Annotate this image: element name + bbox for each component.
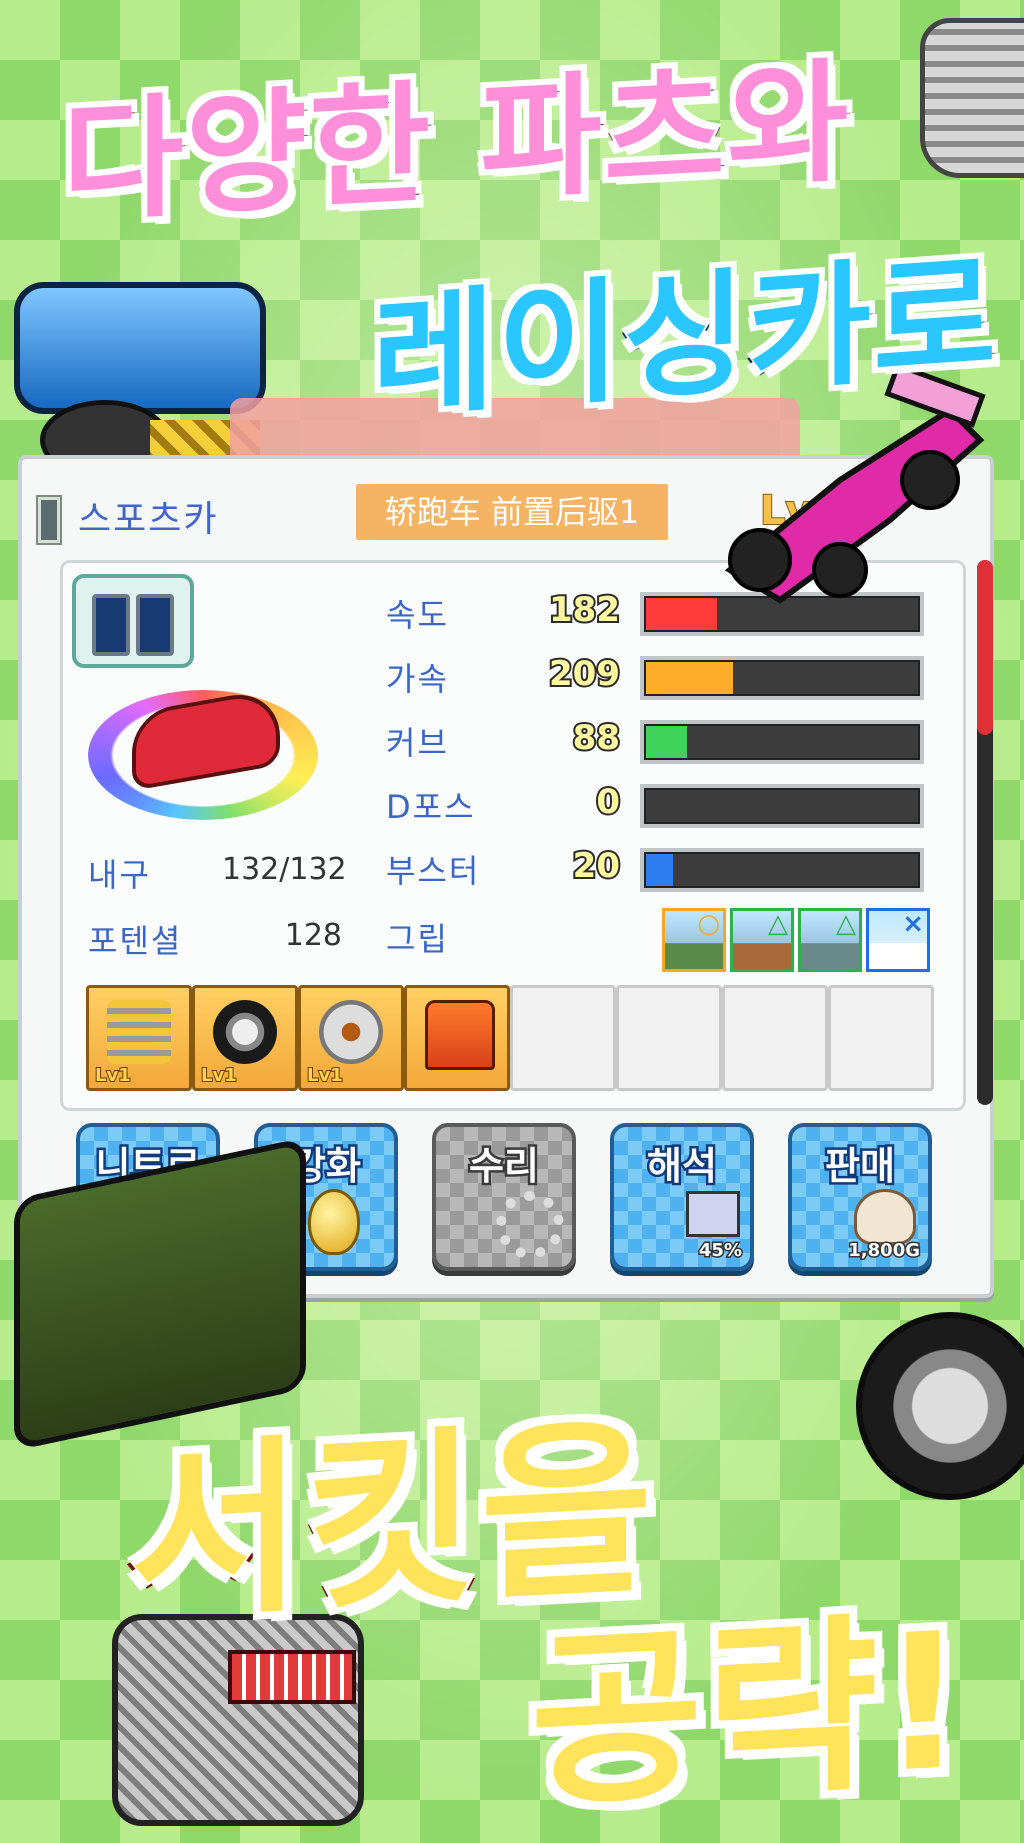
part-slot-brake[interactable]: Lv1: [298, 985, 404, 1091]
part-level: Lv1: [94, 1064, 132, 1087]
grip-terrain-icon: ×: [866, 908, 930, 972]
repair-button[interactable]: 수리: [432, 1123, 576, 1271]
grip-rating-symbol: ×: [902, 909, 924, 939]
durability-value: 132/132: [222, 852, 347, 887]
potential-label: 포텐셜: [88, 922, 183, 960]
tire-icon: [213, 1000, 277, 1064]
grip-terrain-icon: △: [798, 908, 862, 972]
part-slot-engine[interactable]: Lv1: [86, 985, 192, 1091]
stat-bar: [640, 656, 924, 700]
button-sublabel: 1,800G: [847, 1239, 922, 1263]
stat-label: 커브: [386, 724, 449, 762]
stat-value: 0: [594, 780, 622, 824]
part-slot-oil[interactable]: [404, 985, 510, 1091]
exhaust-icon: [228, 1650, 356, 1704]
empty-part-slot[interactable]: [828, 985, 934, 1091]
empty-part-slot[interactable]: [616, 985, 722, 1091]
part-level: Lv1: [200, 1064, 238, 1087]
grip-rating-symbol: ○: [697, 909, 720, 939]
button-label: 수리: [467, 1142, 542, 1191]
stat-label: 속도: [386, 596, 449, 634]
car-name: 스포츠카: [78, 499, 219, 540]
scrollbar[interactable]: [977, 560, 993, 1105]
gear-icon: [496, 1191, 564, 1259]
nitro-tank-icon: [14, 282, 266, 414]
part-slot-tire[interactable]: Lv1: [192, 985, 298, 1091]
stat-label: D포스: [386, 788, 476, 826]
tire-icon: [92, 594, 130, 656]
empty-part-slot[interactable]: [510, 985, 616, 1091]
monitor-icon: [686, 1191, 740, 1237]
empty-part-slot[interactable]: [722, 985, 828, 1091]
car-type-badge: 轿跑车 前置后驱1: [356, 484, 668, 540]
stat-value: 209: [547, 652, 622, 696]
potential-value: 128: [284, 918, 342, 953]
stat-bar: [640, 848, 924, 892]
tire-icon: [136, 594, 174, 656]
stat-bar: [640, 784, 924, 828]
stat-label: 가속: [386, 660, 449, 698]
rank-icon: [38, 497, 60, 543]
stat-bar-fill: [646, 662, 733, 694]
sell-button[interactable]: 판매 1,800G: [788, 1123, 932, 1271]
button-label: 판매: [823, 1142, 898, 1191]
grip-terrain-icon: ○: [662, 908, 726, 972]
button-sublabel: 45%: [697, 1239, 743, 1263]
stat-bar-fill: [646, 854, 673, 886]
stat-bar: [640, 720, 924, 764]
part-level: Lv1: [306, 1064, 344, 1087]
grip-rating-symbol: △: [768, 909, 788, 939]
stat-label: 부스터: [386, 852, 481, 890]
brake-icon: [319, 1000, 383, 1064]
headline-line-4: 공략!: [525, 1587, 973, 1839]
engine-icon: [107, 1000, 171, 1064]
engine-part-icon: [920, 18, 1024, 178]
grip-terrain-icon: △: [730, 908, 794, 972]
analyze-button[interactable]: 해석 45%: [610, 1123, 754, 1271]
money-bag-icon: [854, 1189, 916, 1245]
oil-icon: [425, 1000, 495, 1070]
durability-label: 내구: [88, 856, 151, 894]
grip-rating-symbol: △: [836, 909, 856, 939]
stat-bar-fill: [646, 726, 687, 758]
grip-label: 그립: [386, 920, 449, 958]
stat-value: 182: [547, 588, 622, 632]
stat-value: 88: [571, 716, 622, 760]
stat-value: 20: [571, 844, 622, 888]
tire-set-icon[interactable]: [72, 574, 194, 668]
button-label: 해석: [645, 1142, 720, 1191]
egg-icon: [308, 1189, 360, 1255]
